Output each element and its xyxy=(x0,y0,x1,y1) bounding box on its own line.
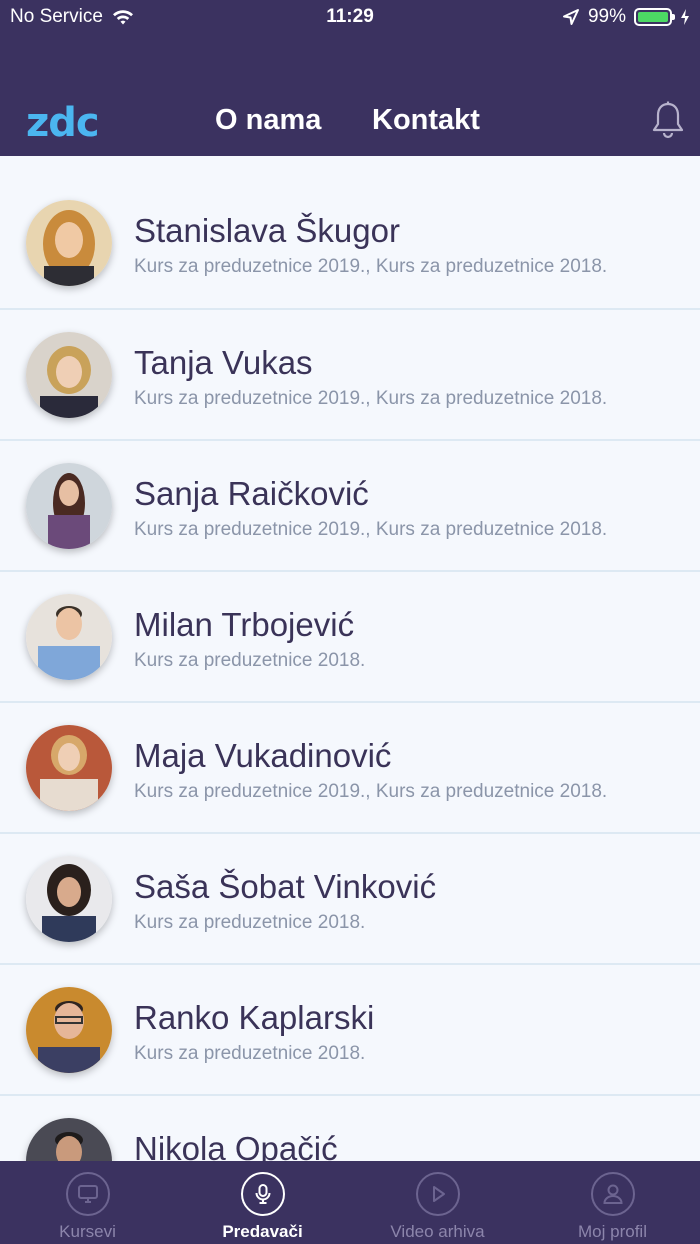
speaker-name: Tanja Vukas xyxy=(134,344,313,381)
speaker-row[interactable]: Nikola Opačić xyxy=(0,1096,700,1161)
avatar xyxy=(26,1118,112,1161)
avatar xyxy=(26,856,112,942)
tab-label: Video arhiva xyxy=(390,1222,485,1241)
speaker-row[interactable]: Tanja Vukas Kurs za preduzetnice 2019., … xyxy=(0,310,700,441)
avatar xyxy=(26,987,112,1073)
speaker-courses: Kurs za preduzetnice 2018. xyxy=(134,650,366,671)
bottom-tab-bar: Kursevi Predavači Video arhiva Moj profi… xyxy=(0,1161,700,1244)
speaker-courses: Kurs za preduzetnice 2019., Kurs za pred… xyxy=(134,256,608,277)
speaker-name: Ranko Kaplarski xyxy=(134,999,375,1036)
avatar xyxy=(26,200,112,286)
user-icon xyxy=(590,1172,635,1216)
tab-video-arhiva[interactable]: Video arhiva xyxy=(350,1161,525,1244)
speaker-name: Sanja Raičković xyxy=(134,475,369,512)
speaker-courses: Kurs za preduzetnice 2019., Kurs za pred… xyxy=(134,388,608,409)
app-header: No Service 11:29 99% zdc O nama Kontakt xyxy=(0,0,700,156)
status-bar: No Service 11:29 99% xyxy=(0,0,700,38)
speaker-row[interactable]: Ranko Kaplarski Kurs za preduzetnice 201… xyxy=(0,965,700,1096)
speaker-name: Nikola Opačić xyxy=(134,1130,338,1161)
tab-moj-profil[interactable]: Moj profil xyxy=(525,1161,700,1244)
avatar xyxy=(26,463,112,549)
location-arrow-icon xyxy=(562,9,579,25)
speaker-row[interactable]: Maja Vukadinović Kurs za preduzetnice 20… xyxy=(0,703,700,834)
avatar xyxy=(26,725,112,811)
battery-percent: 99% xyxy=(587,6,626,27)
tab-kursevi[interactable]: Kursevi xyxy=(0,1161,175,1244)
avatar xyxy=(26,332,112,418)
speaker-courses: Kurs za preduzetnice 2018. xyxy=(134,1043,366,1064)
speaker-courses: Kurs za preduzetnice 2018. xyxy=(134,912,366,933)
battery-icon xyxy=(634,8,675,26)
nav-link-o-nama[interactable]: O nama xyxy=(215,104,321,137)
speaker-row[interactable]: Saša Šobat Vinković Kurs za preduzetnice… xyxy=(0,834,700,965)
tab-label: Kursevi xyxy=(59,1222,116,1241)
speaker-name: Saša Šobat Vinković xyxy=(134,868,437,905)
microphone-icon xyxy=(240,1172,285,1216)
tab-label: Moj profil xyxy=(578,1222,647,1241)
speaker-name: Maja Vukadinović xyxy=(134,737,392,774)
tab-label: Predavači xyxy=(222,1222,303,1241)
speaker-row[interactable]: Milan Trbojević Kurs za preduzetnice 201… xyxy=(0,572,700,703)
speaker-row[interactable]: Stanislava Škugor Kurs za preduzetnice 2… xyxy=(0,156,700,310)
tab-predavaci[interactable]: Predavači xyxy=(175,1161,350,1244)
top-navigation: zdc O nama Kontakt xyxy=(0,88,700,156)
speaker-name: Milan Trbojević xyxy=(134,606,355,643)
speaker-courses: Kurs za preduzetnice 2019., Kurs za pred… xyxy=(134,781,608,802)
avatar xyxy=(26,594,112,680)
monitor-icon xyxy=(65,1172,110,1216)
play-icon xyxy=(415,1172,460,1216)
speakers-list: Stanislava Škugor Kurs za preduzetnice 2… xyxy=(0,156,700,1161)
zdc-logo[interactable]: zdc xyxy=(26,100,100,146)
charging-bolt-icon xyxy=(681,9,689,25)
speaker-courses: Kurs za preduzetnice 2019., Kurs za pred… xyxy=(134,519,608,540)
bell-icon[interactable] xyxy=(650,100,686,140)
speaker-row[interactable]: Sanja Raičković Kurs za preduzetnice 201… xyxy=(0,441,700,572)
nav-link-kontakt[interactable]: Kontakt xyxy=(372,104,480,137)
speaker-name: Stanislava Škugor xyxy=(134,212,400,249)
